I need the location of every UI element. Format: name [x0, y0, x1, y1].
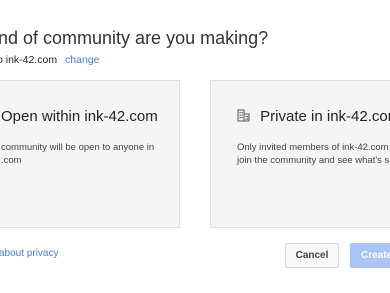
option-card-private[interactable]: Private in ink-42.com Only invited membe… [210, 80, 390, 228]
option-title-open: Open within ink-42.com [1, 108, 158, 125]
option-card-open[interactable]: Open within ink-42.com community will be… [0, 80, 180, 228]
option-title-private: Private in ink-42.com [237, 108, 390, 126]
domain-row: o ink-42.com change [0, 54, 99, 66]
option-desc-line: .com [1, 155, 22, 166]
option-desc-line: join the community and see what's s [237, 155, 390, 166]
create-community-dialog: nd of community are you making? o ink-42… [0, 0, 390, 293]
option-title-label: Private in ink-42.com [260, 108, 390, 125]
change-domain-link[interactable]: change [65, 54, 99, 66]
building-icon [237, 109, 250, 126]
domain-text: o ink-42.com [0, 54, 58, 66]
create-community-button[interactable]: Create c [350, 243, 390, 268]
option-desc-private: Only invited members of ink-42.com join … [237, 141, 389, 167]
about-privacy-link[interactable]: about privacy [0, 248, 58, 259]
option-desc-line: Only invited members of ink-42.com [237, 142, 389, 153]
option-desc-line: community will be open to anyone in [1, 142, 155, 153]
dialog-heading: nd of community are you making? [0, 28, 269, 48]
option-desc-open: community will be open to anyone in .com [1, 141, 154, 167]
option-title-label: Open within ink-42.com [1, 108, 158, 125]
cancel-button[interactable]: Cancel [285, 243, 339, 268]
